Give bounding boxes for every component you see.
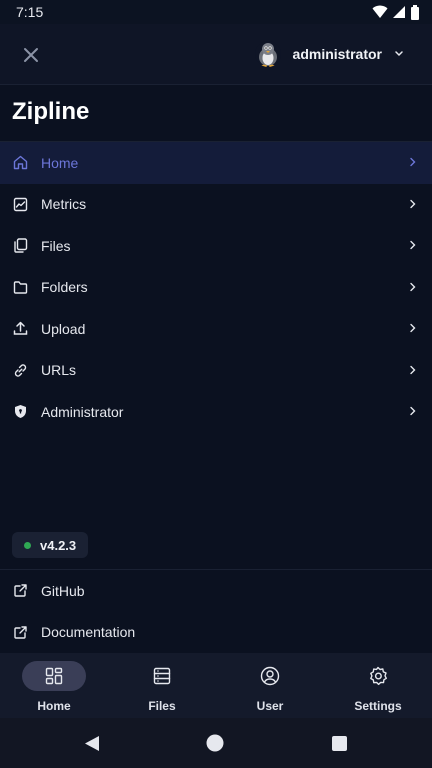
user-name: administrator: [292, 46, 382, 62]
back-icon[interactable]: [84, 735, 100, 752]
home-nav-icon[interactable]: [206, 734, 224, 752]
bottom-tab-label: Files: [148, 699, 176, 713]
nav-item-files[interactable]: Files: [0, 225, 432, 267]
chevron-down-icon: [395, 51, 403, 57]
dashboard-icon: [45, 667, 63, 685]
status-icons: [372, 4, 420, 20]
shield-icon: [12, 404, 28, 420]
link-icon: [12, 362, 28, 378]
nav-item-label: URLs: [41, 362, 77, 379]
link-label: GitHub: [41, 582, 85, 599]
version-badge: v4.2.3: [12, 532, 89, 558]
nav-item-label: Files: [41, 237, 71, 254]
github-link[interactable]: GitHub: [0, 570, 432, 612]
bottom-tab-label: Home: [37, 699, 71, 713]
chevron-right-icon: [410, 282, 416, 291]
nav-item-label: Upload: [41, 320, 86, 337]
external-link-icon: [12, 624, 28, 640]
bottom-tab-home[interactable]: Home: [0, 653, 108, 718]
nav-item-label: Administrator: [41, 403, 124, 420]
link-label: Documentation: [41, 624, 136, 641]
nav-item-urls[interactable]: URLs: [0, 350, 432, 392]
nav-item-label: Metrics: [41, 196, 87, 213]
recents-icon[interactable]: [332, 736, 347, 751]
nav-item-label: Home: [41, 154, 79, 171]
bottom-tab-label: User: [256, 699, 284, 713]
chevron-right-icon: [410, 157, 416, 167]
home-icon: [12, 155, 28, 171]
status-time: 7:15: [16, 4, 44, 20]
close-icon: [24, 48, 38, 62]
external-links: GitHub Documentation: [0, 570, 432, 653]
user-menu[interactable]: administrator: [254, 38, 404, 70]
documentation-link[interactable]: Documentation: [0, 612, 432, 654]
upload-icon: [12, 321, 28, 337]
gear-icon: [370, 666, 387, 686]
version-label: v4.2.3: [40, 537, 77, 553]
avatar: [254, 41, 281, 67]
chevron-right-icon: [410, 406, 416, 416]
app-title: Zipline: [12, 98, 90, 125]
user-icon: [260, 666, 280, 686]
chevron-right-icon: [410, 199, 416, 208]
chart-icon: [12, 196, 28, 212]
battery-icon: [411, 4, 419, 20]
external-link-icon: [12, 583, 28, 599]
status-dot: [24, 541, 31, 549]
bottom-tab-files[interactable]: Files: [108, 653, 216, 718]
nav-item-upload[interactable]: Upload: [0, 308, 432, 350]
chevron-right-icon: [410, 323, 416, 333]
bottom-tab-label: Settings: [354, 699, 402, 713]
folder-icon: [12, 279, 28, 295]
close-button[interactable]: [18, 42, 44, 68]
penguin-avatar-icon: [254, 41, 281, 67]
chevron-right-icon: [410, 365, 416, 374]
nav-item-home[interactable]: Home: [0, 142, 432, 184]
status-bar: 7:15: [0, 0, 432, 24]
files-icon: [12, 238, 28, 254]
file-list-icon: [153, 667, 171, 685]
bottom-tab-user[interactable]: User: [216, 653, 324, 718]
system-nav-bar: [0, 718, 432, 768]
nav-item-label: Folders: [41, 279, 88, 296]
nav-item-folders[interactable]: Folders: [0, 267, 432, 309]
bottom-tab-settings[interactable]: Settings: [324, 653, 432, 718]
bottom-nav: Home Files User Settings: [0, 653, 432, 718]
active-indicator: [22, 661, 86, 691]
wifi-icon: [372, 5, 388, 18]
nav-item-metrics[interactable]: Metrics: [0, 184, 432, 226]
signal-icon: [393, 6, 405, 18]
chevron-right-icon: [410, 240, 416, 250]
nav-item-administrator[interactable]: Administrator: [0, 391, 432, 433]
nav-list: Home Metrics Files Folders Upload URLs A…: [0, 142, 432, 433]
top-bar: administrator: [0, 24, 432, 85]
